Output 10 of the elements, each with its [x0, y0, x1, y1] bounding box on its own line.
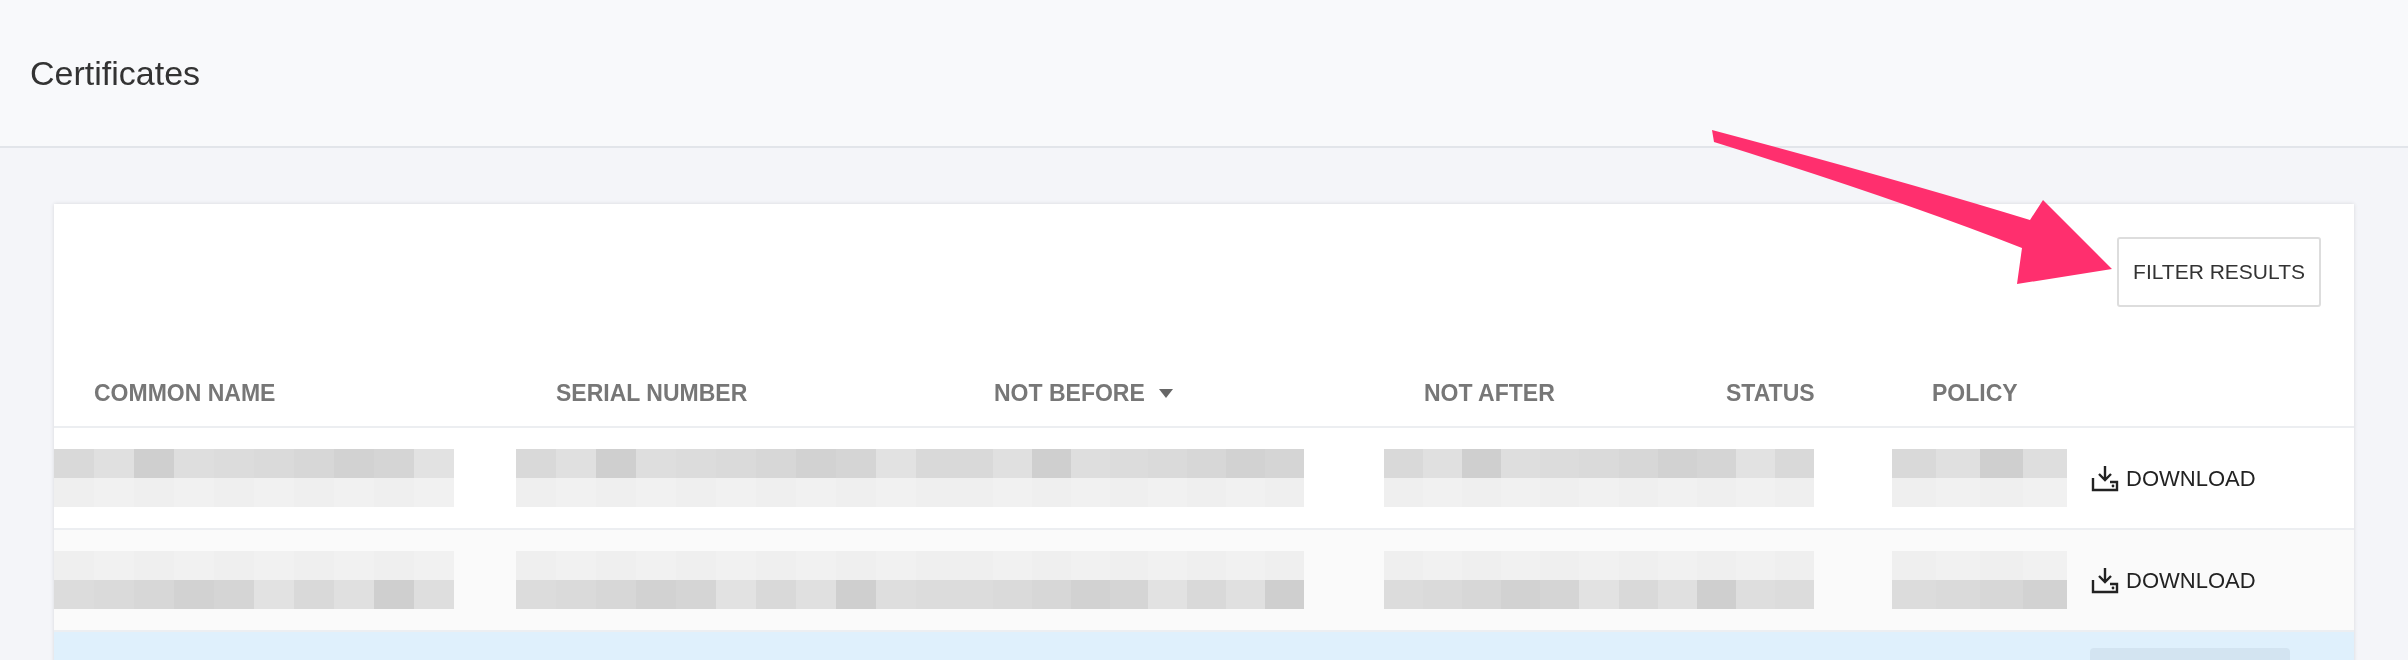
column-header[interactable]: NOT AFTER [1424, 376, 1555, 411]
column-header[interactable]: SERIAL NUMBER [556, 376, 748, 411]
filter-results-button[interactable]: FILTER RESULTS [2117, 237, 2321, 307]
column-header[interactable]: NOT BEFORE [994, 376, 1145, 411]
page-title: Certificates [30, 52, 201, 94]
download-button[interactable]: DOWNLOAD [2090, 461, 2256, 495]
column-header[interactable]: STATUS [1726, 376, 1815, 411]
download-button[interactable]: DOWNLOAD [2090, 563, 2256, 597]
column-header[interactable]: POLICY [1932, 376, 2018, 411]
column-header[interactable]: COMMON NAME [94, 376, 276, 411]
